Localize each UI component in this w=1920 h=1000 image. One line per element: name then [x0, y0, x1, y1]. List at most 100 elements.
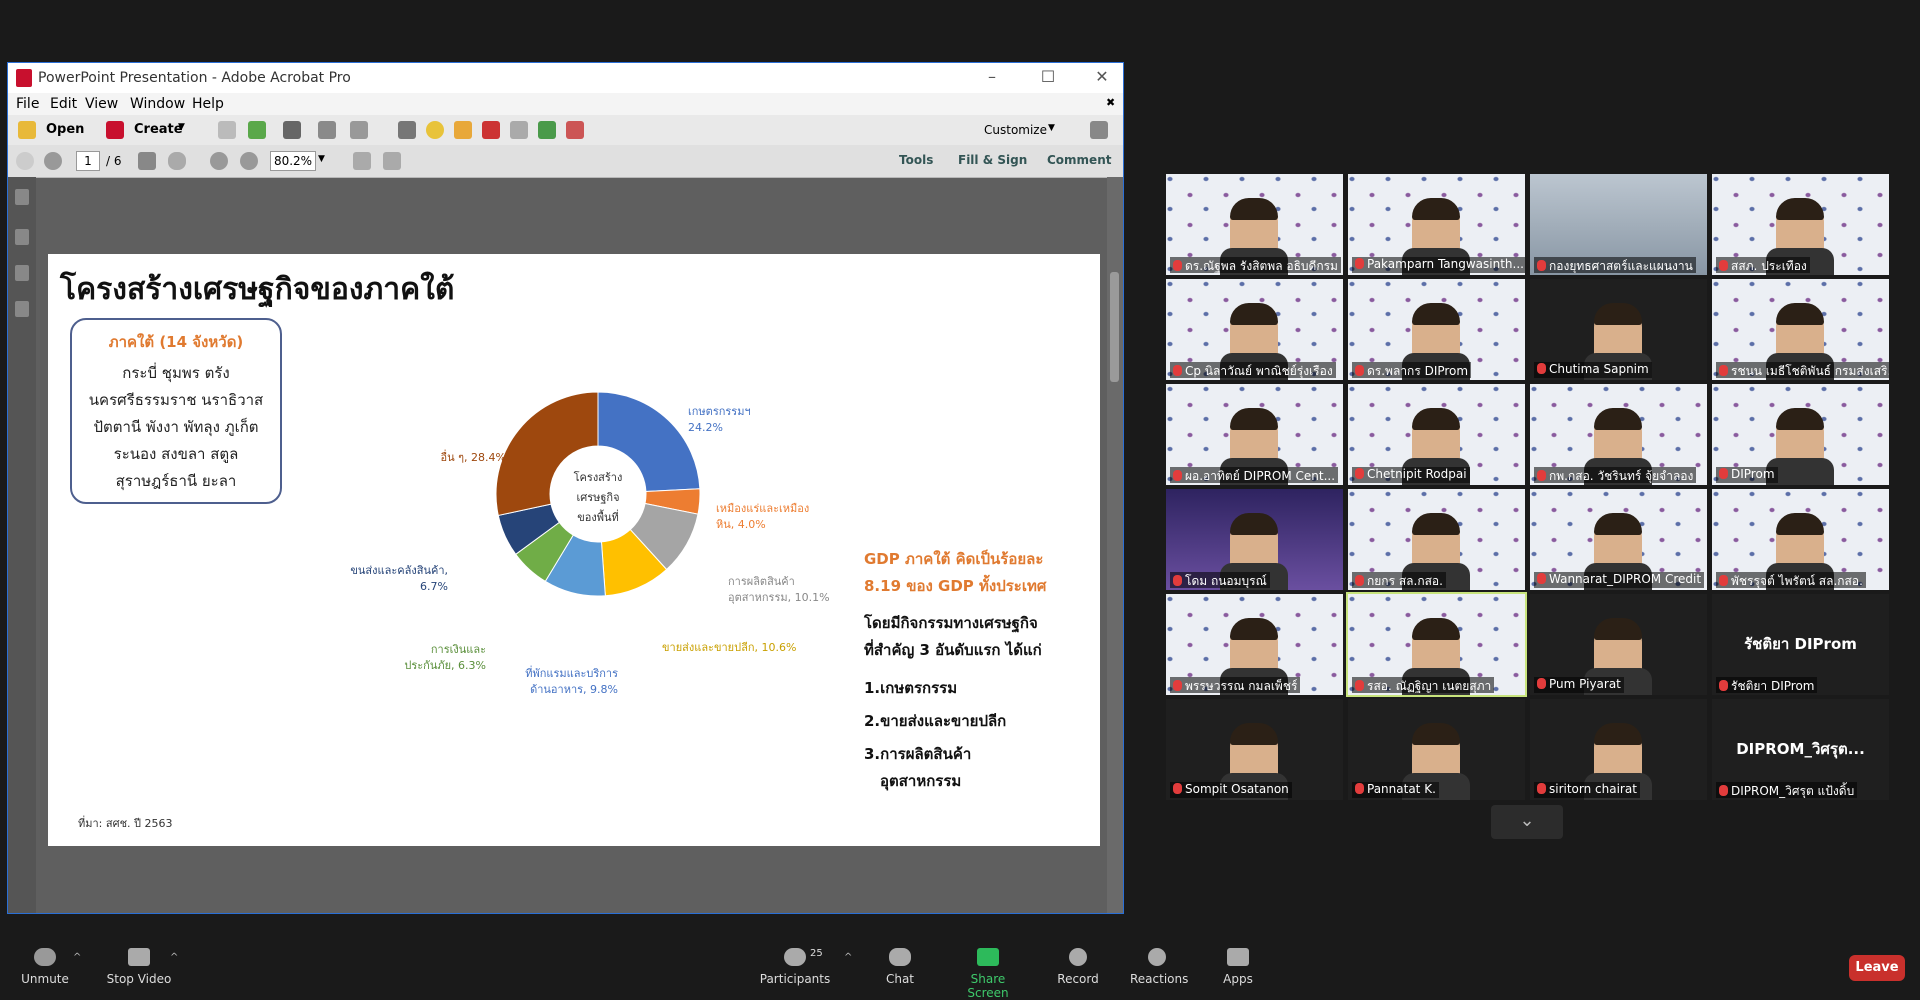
unmute-button[interactable]: Unmute	[20, 940, 70, 986]
participant-name-tag: DIPROM_วิศรุต แป้งดิ้บ	[1716, 782, 1858, 798]
participants-count: 25	[810, 948, 823, 959]
participants-label: Participants	[759, 972, 831, 986]
hair	[1412, 513, 1460, 535]
video-camera-icon	[128, 948, 150, 966]
participant-name: รัชติยา DIProm	[1731, 679, 1815, 693]
participant-name: รสอ. ณัฏฐิญา เนตยสุภา	[1367, 679, 1492, 693]
participant-name-tag: Pannatat K.	[1352, 782, 1439, 798]
participant-tile[interactable]: ผอ.อาทิตย์ DIPROM Cent...	[1166, 384, 1343, 485]
participant-name: ดร.ณัฐพล รังสิตพล อธิบดีกรม	[1185, 259, 1338, 273]
participant-name-tag: Chetnipit Rodpai	[1352, 467, 1470, 483]
chat-button[interactable]: Chat	[880, 940, 920, 986]
emoji-icon	[1148, 948, 1166, 966]
participants-button[interactable]: Participants	[758, 940, 832, 986]
share-screen-button[interactable]: Share Screen	[950, 940, 1026, 1000]
hair	[1230, 618, 1278, 640]
participant-tile[interactable]: ดร.ณัฐพล รังสิตพล อธิบดีกรม	[1166, 174, 1343, 275]
participant-gallery: ดร.ณัฐพล รังสิตพล อธิบดีกรม Pakamparn Tan…	[0, 0, 1920, 989]
hair	[1594, 303, 1642, 325]
participant-name-tag: โดม ถนอมบุรณ์	[1170, 572, 1270, 588]
hair	[1594, 723, 1642, 745]
participant-name-tag: Sompit Osatanon	[1170, 782, 1292, 798]
chevron-up-icon[interactable]: ^	[170, 952, 178, 963]
participant-tile[interactable]: Wannarat_DIPROM Credit	[1530, 489, 1707, 590]
participant-name: พรรษวรรณ กมลเพ็ชร์	[1185, 679, 1298, 693]
hair	[1776, 513, 1824, 535]
hair	[1412, 303, 1460, 325]
chevron-down-icon[interactable]: ⌄	[1491, 805, 1563, 839]
participant-tile[interactable]: โดม ถนอมบุรณ์	[1166, 489, 1343, 590]
participant-name-tag: กองยุทธศาสตร์และแผนงาน	[1534, 257, 1696, 273]
mic-muted-icon	[1355, 680, 1364, 691]
mic-muted-icon	[1173, 575, 1182, 586]
record-icon	[1069, 948, 1087, 966]
participant-name: Chutima Sapnim	[1549, 362, 1649, 376]
record-button[interactable]: Record	[1056, 940, 1100, 986]
participant-tile[interactable]: Pakamparn Tangwasinth...	[1348, 174, 1525, 275]
hair	[1776, 198, 1824, 220]
mic-muted-icon	[1355, 468, 1364, 479]
hair	[1230, 408, 1278, 430]
participant-tile[interactable]: Cp นิลาวัณย์ พาณิชย์รุ่งเรือง	[1166, 279, 1343, 380]
participant-name-tag: กพ.กสอ. วัชรินทร์ จุ้ยจำลอง	[1534, 467, 1697, 483]
participant-name-tag: รสอ. ณัฏฐิญา เนตยสุภา	[1352, 677, 1495, 693]
participant-name-tag: รชนน เมธีโชติพันธ์ กรมส่งเสริ...	[1716, 362, 1889, 378]
participant-tile[interactable]: ดร.พลากร DIProm	[1348, 279, 1525, 380]
mic-muted-icon	[1173, 365, 1182, 376]
participant-tile[interactable]: Pannatat K.	[1348, 699, 1525, 800]
participant-name: ดร.พลากร DIProm	[1367, 364, 1469, 378]
mic-muted-icon	[1719, 680, 1728, 691]
leave-button[interactable]: Leave	[1849, 955, 1905, 981]
participant-name-tag: Cp นิลาวัณย์ พาณิชย์รุ่งเรือง	[1170, 362, 1336, 378]
record-label: Record	[1057, 972, 1099, 986]
participant-tile[interactable]: รชนน เมธีโชติพันธ์ กรมส่งเสริ...	[1712, 279, 1889, 380]
participant-tile[interactable]: พัชรรุจต์ ไพรัตน์ สล.กสอ.	[1712, 489, 1889, 590]
participant-tile[interactable]: siritorn chairat	[1530, 699, 1707, 800]
participant-tile[interactable]: DIPROM_วิศรุต... DIPROM_วิศรุต แป้งดิ้บ	[1712, 699, 1889, 800]
mic-muted-icon	[1355, 783, 1364, 794]
participant-tile[interactable]: พรรษวรรณ กมลเพ็ชร์	[1166, 594, 1343, 695]
hair	[1412, 723, 1460, 745]
mic-muted-icon	[1719, 468, 1728, 479]
hair	[1412, 408, 1460, 430]
mic-muted-icon	[1719, 785, 1728, 796]
hair	[1594, 618, 1642, 640]
participant-tile[interactable]: DIProm	[1712, 384, 1889, 485]
participant-tile[interactable]: Sompit Osatanon	[1166, 699, 1343, 800]
participant-name: ผอ.อาทิตย์ DIPROM Cent...	[1185, 469, 1336, 483]
participant-name-tag: สสภ. ประเทือง	[1716, 257, 1810, 273]
chevron-up-icon[interactable]: ^	[73, 952, 81, 963]
participant-tile[interactable]: Chutima Sapnim	[1530, 279, 1707, 380]
participant-tile[interactable]: กยกร สล.กสอ.	[1348, 489, 1525, 590]
participant-name-tag: Pakamparn Tangwasinth...	[1352, 257, 1525, 273]
participant-name: กพ.กสอ. วัชรินทร์ จุ้ยจำลอง	[1549, 469, 1694, 483]
participant-display-name: รัชติยา DIProm	[1744, 635, 1857, 653]
share-screen-label: Share Screen	[967, 972, 1009, 1000]
participant-name: Chetnipit Rodpai	[1367, 467, 1467, 481]
stop-video-button[interactable]: Stop Video	[104, 940, 174, 986]
hair	[1412, 198, 1460, 220]
apps-button[interactable]: Apps	[1222, 940, 1254, 986]
participant-tile[interactable]: รสอ. ณัฏฐิญา เนตยสุภา	[1346, 592, 1527, 697]
hair	[1776, 303, 1824, 325]
participant-tile[interactable]: Pum Piyarat	[1530, 594, 1707, 695]
mic-muted-icon	[1173, 470, 1182, 481]
participant-tile[interactable]: สสภ. ประเทือง	[1712, 174, 1889, 275]
participant-tile[interactable]: กพ.กสอ. วัชรินทร์ จุ้ยจำลอง	[1530, 384, 1707, 485]
participant-tile[interactable]: กองยุทธศาสตร์และแผนงาน	[1530, 174, 1707, 275]
hair	[1776, 408, 1824, 430]
reactions-button[interactable]: Reactions	[1130, 940, 1188, 986]
mic-muted-icon	[1537, 260, 1546, 271]
mic-muted-icon	[1355, 575, 1364, 586]
participant-video	[1766, 408, 1834, 485]
participant-name-tag: ดร.พลากร DIProm	[1352, 362, 1472, 378]
participant-name: พัชรรุจต์ ไพรัตน์ สล.กสอ.	[1731, 574, 1863, 588]
participant-name: Wannarat_DIPROM Credit	[1549, 572, 1702, 586]
participant-name-tag: ผอ.อาทิตย์ DIPROM Cent...	[1170, 467, 1339, 483]
chevron-up-icon[interactable]: ^	[844, 952, 852, 963]
participant-tile[interactable]: Chetnipit Rodpai	[1348, 384, 1525, 485]
participant-tile[interactable]: รัชติยา DIProm รัชติยา DIProm	[1712, 594, 1889, 695]
participant-name: Pannatat K.	[1367, 782, 1436, 796]
participant-name: Cp นิลาวัณย์ พาณิชย์รุ่งเรือง	[1185, 364, 1333, 378]
mic-muted-icon	[1537, 678, 1546, 689]
